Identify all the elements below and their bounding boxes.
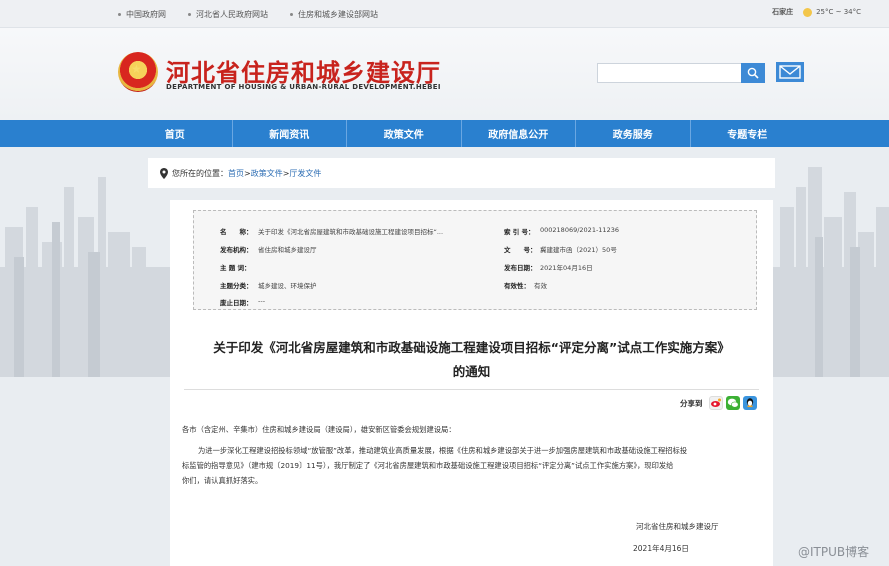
meta-category-value: 城乡建设、环境保护 <box>258 282 317 290</box>
meta-agency-value: 省住房和城乡建设厅 <box>258 246 317 254</box>
top-link-hebei-gov[interactable]: 河北省人民政府网站 <box>188 9 268 20</box>
breadcrumb-separator: > <box>244 168 251 178</box>
meta-date-value: 2021年04月16日 <box>540 264 593 272</box>
bullet-icon <box>188 12 191 16</box>
meta-expire-label: 废止日期： <box>220 299 253 307</box>
breadcrumb: 您所在的位置： 首页 > 政策文件 > 厅发文件 <box>148 158 775 188</box>
breadcrumb-label: 您所在的位置： <box>172 168 228 178</box>
signature-org: 河北省住房和城乡建设厅 <box>636 522 719 531</box>
site-header: ★ 河北省住房和城乡建设厅 DEPARTMENT OF HOUSING & UR… <box>0 28 889 120</box>
nav-item-topics[interactable]: 专题专栏 <box>691 120 805 147</box>
national-emblem-icon: ★ <box>118 52 158 92</box>
meta-row: 主 题 词： 发布日期： 2021年04月16日 <box>194 262 756 276</box>
weibo-share-icon[interactable] <box>708 396 723 410</box>
breadcrumb-home[interactable]: 首页 <box>228 168 244 179</box>
document-title-line: 的通知 <box>452 364 491 379</box>
main-nav: 首页 新闻资讯 政策文件 政府信息公开 政务服务 专题专栏 <box>0 120 889 147</box>
meta-docno-label: 文 号： <box>504 246 537 254</box>
meta-category-label: 主题分类： <box>220 282 253 290</box>
top-bar: 中国政府网 河北省人民政府网站 住房和城乡建设部网站 石家庄 25°C ~ 34… <box>0 0 889 28</box>
meta-name-label: 名 称： <box>220 228 253 236</box>
share-label: 分享到 <box>680 398 703 408</box>
divider <box>184 389 759 390</box>
top-link-gov[interactable]: 中国政府网 <box>118 9 166 20</box>
nav-item-home[interactable]: 首页 <box>118 120 233 147</box>
bullet-icon <box>118 12 121 16</box>
document-title-line: 关于印发《河北省房屋建筑和市政基础设施工程建设项目招标“评定分离”试点工作实施方… <box>213 340 730 355</box>
watermark-text: @ITPUB博客 <box>798 545 870 559</box>
nav-item-news[interactable]: 新闻资讯 <box>233 120 347 147</box>
nav-item-disclosure[interactable]: 政府信息公开 <box>462 120 576 147</box>
search-input[interactable] <box>597 63 742 83</box>
meta-index-label: 索 引 号： <box>504 228 535 236</box>
paragraph-line: 标监管的指导意见》（建市规〔2019〕11号），我厅制定了《河北省房屋建筑和市政… <box>182 461 674 470</box>
meta-docno-value: 冀建建市函（2021）50号 <box>540 246 617 254</box>
meta-date-label: 发布日期： <box>504 264 537 272</box>
salutation: 各市（含定州、辛集市）住房和城乡建设局（建设局），雄安新区管委会规划建设局： <box>182 425 456 434</box>
meta-index-value: 000218069/2021-11236 <box>540 226 619 234</box>
weather-widget: 石家庄 25°C ~ 34°C <box>772 0 861 24</box>
meta-name-value: 关于印发《河北省房屋建筑和市政基础设施工程建设项目招标“... <box>258 228 444 236</box>
top-links: 中国政府网 河北省人民政府网站 住房和城乡建设部网站 <box>118 0 400 28</box>
bullet-icon <box>290 12 293 16</box>
meta-validity-value: 有效 <box>534 282 547 290</box>
weather-city: 石家庄 <box>772 8 794 16</box>
article-panel: 名 称： 关于印发《河北省房屋建筑和市政基础设施工程建设项目招标“... 索 引… <box>170 200 773 566</box>
breadcrumb-dept-docs[interactable]: 厅发文件 <box>289 168 321 179</box>
paragraph-line: 你们，请认真抓好落实。 <box>182 476 263 485</box>
wechat-share-icon[interactable] <box>725 396 740 410</box>
weather-temp: 25°C ~ 34°C <box>816 8 861 16</box>
document-meta-box: 名 称： 关于印发《河北省房屋建筑和市政基础设施工程建设项目招标“... 索 引… <box>193 210 757 310</box>
meta-row: 主题分类： 城乡建设、环境保护 有效性： 有效 <box>194 280 756 294</box>
qq-share-icon[interactable] <box>742 396 757 410</box>
document-title: 关于印发《河北省房屋建筑和市政基础设施工程建设项目招标“评定分离”试点工作实施方… <box>170 336 773 384</box>
site-subtitle: DEPARTMENT OF HOUSING & URBAN-RURAL DEVE… <box>166 83 441 91</box>
breadcrumb-policy[interactable]: 政策文件 <box>251 168 283 179</box>
mail-icon[interactable] <box>776 62 804 82</box>
meta-subject-label: 主 题 词： <box>220 264 251 272</box>
sun-icon <box>803 7 813 17</box>
meta-validity-label: 有效性： <box>504 282 530 290</box>
body-paragraph: 为进一步深化工程建设招投标领域“放管服”改革，推动建筑业高质量发展，根据《住房和… <box>182 443 760 488</box>
share-bar: 分享到 <box>680 395 757 411</box>
breadcrumb-separator: > <box>282 168 290 178</box>
meta-expire-value: --- <box>258 297 266 305</box>
search-icon <box>747 67 759 79</box>
nav-item-policy[interactable]: 政策文件 <box>347 120 462 147</box>
meta-row: 名 称： 关于印发《河北省房屋建筑和市政基础设施工程建设项目招标“... 索 引… <box>194 226 756 240</box>
signature-date: 2021年4月16日 <box>633 544 689 553</box>
location-pin-icon <box>160 167 168 179</box>
nav-item-services[interactable]: 政务服务 <box>576 120 691 147</box>
meta-agency-label: 发布机构： <box>220 246 253 254</box>
top-link-mohurd[interactable]: 住房和城乡建设部网站 <box>290 9 378 20</box>
paragraph-line: 为进一步深化工程建设招投标领域“放管服”改革，推动建筑业高质量发展，根据《住房和… <box>198 446 688 455</box>
meta-row: 废止日期： --- <box>194 297 756 311</box>
search-button[interactable] <box>741 63 765 83</box>
meta-row: 发布机构： 省住房和城乡建设厅 文 号： 冀建建市函（2021）50号 <box>194 244 756 258</box>
